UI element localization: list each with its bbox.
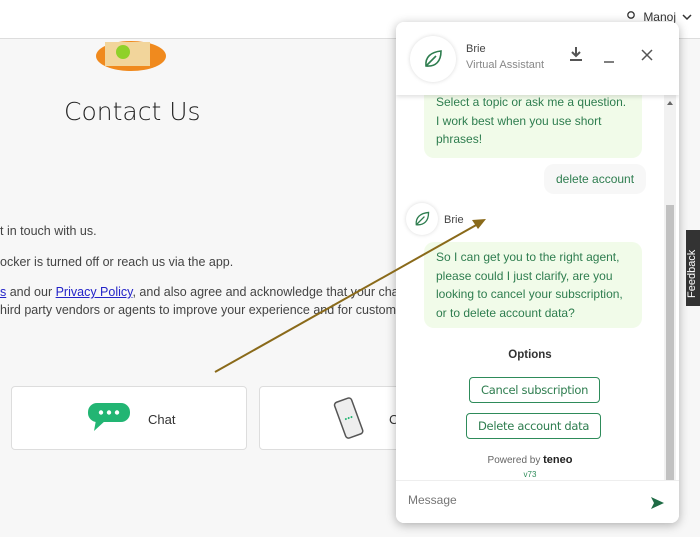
adblock-text: ocker is turned off or reach us via the … [0,255,234,269]
chat-card[interactable]: Chat [11,386,247,450]
phone-icon [333,397,364,439]
option-delete-account-data[interactable]: Delete account data [466,413,602,439]
leaf-icon [425,50,442,67]
message-list: Select a topic or ask me a question. I w… [396,95,679,480]
chevron-down-icon [682,13,692,20]
consent-mid: and our [6,285,56,299]
scroll-up-icon[interactable] [667,101,673,105]
teneo-logo: teneo [543,454,573,466]
page-title: Contact Us [64,97,201,126]
powered-by: Powered by teneo [396,454,664,466]
bot-avatar-small [406,203,438,235]
message-input-bar [396,480,679,523]
privacy-policy-link[interactable]: Privacy Policy [56,285,133,299]
bot-message-name: Brie [444,214,464,226]
scrollbar[interactable] [664,95,676,480]
download-icon[interactable] [569,46,583,62]
bot-name: Brie [466,43,486,55]
chat-widget: Brie Virtual Assistant Select a topic or… [396,22,679,523]
bot-message: So I can get you to the right agent, ple… [424,242,642,328]
leaf-icon [415,211,430,226]
scrollbar-thumb[interactable] [666,205,674,480]
consent-text: s and our Privacy Policy, and also agree… [0,285,434,299]
contact-illustration [96,41,166,71]
option-cancel-subscription[interactable]: Cancel subscription [469,377,601,403]
close-icon[interactable] [641,49,653,61]
version-label: v73 [523,470,537,479]
chat-header: Brie Virtual Assistant [396,22,679,95]
minimize-icon[interactable] [603,52,615,64]
chat-bubble-icon [88,403,130,431]
intro-text: t in touch with us. [0,224,97,238]
consent-text-line2: hird party vendors or agents to improve … [0,303,438,317]
bot-message: Select a topic or ask me a question. I w… [424,95,642,158]
message-input[interactable] [408,493,638,507]
feedback-tab[interactable]: Feedback [686,230,700,306]
chat-card-label: Chat [148,412,176,427]
options-title: Options [508,349,552,361]
consent-suffix: , and also agree and acknowledge that yo… [132,285,435,299]
user-message: delete account [544,164,647,194]
powered-by-text: Powered by [487,455,541,466]
send-icon[interactable] [651,497,664,509]
bot-subtitle: Virtual Assistant [466,59,545,71]
bot-avatar [410,36,456,82]
